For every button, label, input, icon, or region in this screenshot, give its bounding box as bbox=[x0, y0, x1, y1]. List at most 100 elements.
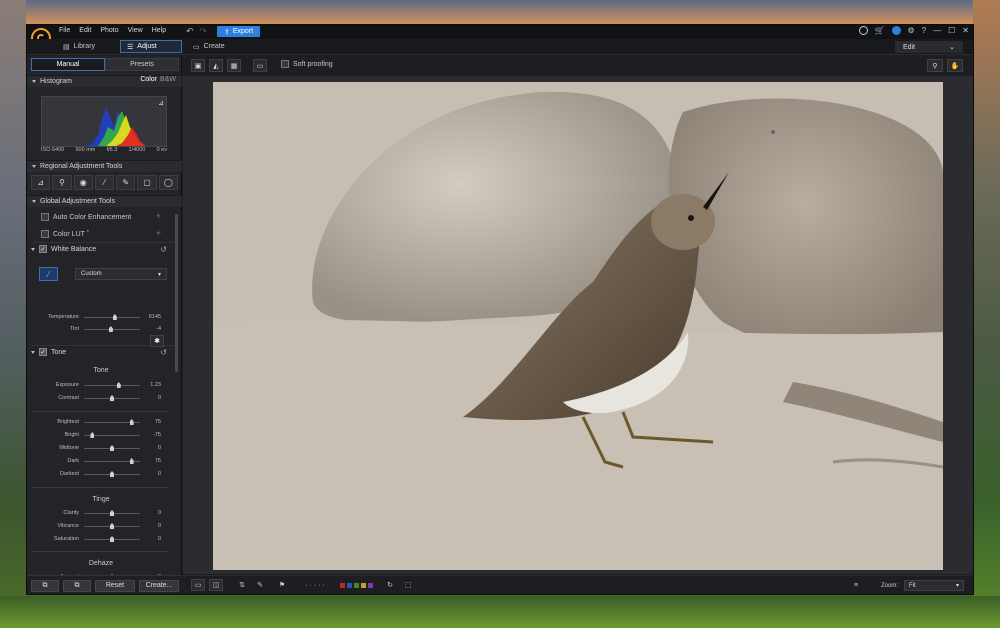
slider-track[interactable] bbox=[84, 536, 140, 542]
help-icon[interactable]: ? bbox=[922, 26, 926, 35]
color-lut-add-icon[interactable]: + bbox=[156, 228, 161, 238]
menu-help[interactable]: Help bbox=[152, 27, 166, 34]
brush-tool-icon[interactable]: ⁄ bbox=[94, 175, 115, 190]
color-label-swatch[interactable] bbox=[367, 582, 373, 588]
second-monitor-icon[interactable]: ▭ bbox=[253, 59, 267, 72]
compare-view-button[interactable]: ◭ bbox=[209, 59, 223, 72]
color-label-swatch[interactable] bbox=[353, 582, 359, 588]
slider-thumb[interactable] bbox=[129, 419, 134, 425]
menu-file[interactable]: File bbox=[59, 27, 70, 34]
white-balance-header[interactable]: ✓ White Balance ↺ bbox=[31, 242, 175, 255]
slider-track[interactable] bbox=[84, 419, 140, 425]
maximize-icon[interactable]: ☐ bbox=[948, 26, 955, 35]
histogram-color-tab[interactable]: Color bbox=[140, 76, 157, 83]
rotate-icon[interactable]: ↻ bbox=[383, 579, 397, 591]
reset-button[interactable]: Reset bbox=[95, 579, 135, 592]
panel-scrollbar[interactable] bbox=[175, 214, 178, 372]
color-label-swatch[interactable] bbox=[346, 582, 352, 588]
create-preset-button[interactable]: Create... bbox=[139, 579, 179, 592]
crop-tool-icon[interactable]: ⊿ bbox=[31, 175, 51, 190]
reset-icon[interactable]: ↺ bbox=[160, 245, 167, 254]
slider-track[interactable] bbox=[84, 510, 140, 516]
slider-thumb[interactable] bbox=[110, 536, 114, 542]
slider-thumb[interactable] bbox=[110, 395, 114, 401]
color-label-swatch[interactable] bbox=[360, 582, 366, 588]
notification-icon[interactable] bbox=[891, 26, 901, 35]
slider-thumb[interactable] bbox=[110, 523, 114, 529]
minimize-icon[interactable]: — bbox=[933, 26, 941, 35]
rating-stars[interactable]: · · · · · bbox=[295, 579, 335, 591]
compare-before-button[interactable]: ⧉ bbox=[31, 579, 59, 592]
slider-thumb[interactable] bbox=[90, 432, 95, 438]
single-view-bottom-icon[interactable]: ▭ bbox=[191, 579, 205, 591]
histogram-bw-tab[interactable]: B&W bbox=[160, 76, 176, 83]
auto-color-checkbox[interactable] bbox=[41, 213, 49, 221]
histogram-header[interactable]: Histogram Color B&W bbox=[27, 75, 182, 87]
paint-icon[interactable]: ✎ bbox=[253, 579, 267, 591]
clipping-warning-icon[interactable]: ⊿ bbox=[158, 99, 164, 107]
single-view-button[interactable]: ▣ bbox=[191, 59, 205, 72]
adjustment-brush-icon[interactable]: ✎ bbox=[116, 175, 136, 190]
tab-presets[interactable]: Presets bbox=[105, 58, 179, 71]
global-tools-header[interactable]: Global Adjustment Tools bbox=[27, 195, 182, 207]
slider-track[interactable] bbox=[84, 523, 140, 529]
slider-track[interactable] bbox=[84, 395, 140, 401]
cart-icon[interactable]: 🛒 bbox=[875, 26, 885, 35]
auto-color-add-icon[interactable]: + bbox=[156, 211, 161, 221]
slider-thumb[interactable] bbox=[129, 458, 134, 464]
slider-track[interactable] bbox=[84, 445, 140, 451]
color-lut-checkbox[interactable] bbox=[41, 230, 49, 238]
slider-thumb[interactable] bbox=[108, 326, 113, 332]
regional-tools-header[interactable]: Regional Adjustment Tools bbox=[27, 160, 182, 172]
gradient-tool-icon[interactable]: ▢ bbox=[137, 175, 157, 190]
undo-icon[interactable]: ↶ bbox=[186, 26, 194, 37]
slider-track[interactable] bbox=[84, 314, 140, 320]
menu-edit[interactable]: Edit bbox=[79, 27, 91, 34]
copy-settings-button[interactable]: ⧉ bbox=[63, 579, 91, 592]
white-balance-checkbox[interactable]: ✓ bbox=[39, 245, 47, 253]
slider-thumb[interactable] bbox=[110, 445, 114, 451]
compare-bottom-icon[interactable]: ◫ bbox=[209, 579, 223, 591]
soft-proofing-checkbox[interactable] bbox=[281, 60, 289, 68]
slider-track[interactable] bbox=[84, 382, 140, 388]
panel-toggle-icon[interactable]: ≡ bbox=[847, 579, 865, 591]
zoom-dropdown[interactable]: Fit ▾ bbox=[904, 580, 965, 591]
tab-manual[interactable]: Manual bbox=[31, 58, 105, 71]
slider-track[interactable] bbox=[84, 432, 140, 438]
slider-track[interactable] bbox=[84, 471, 140, 477]
adjust-mode-button[interactable]: ☰ Adjust bbox=[120, 40, 182, 53]
slider-thumb[interactable] bbox=[116, 382, 121, 388]
red-eye-icon[interactable]: ◉ bbox=[73, 175, 93, 190]
tone-checkbox[interactable]: ✓ bbox=[39, 348, 47, 356]
account-icon[interactable] bbox=[858, 26, 868, 35]
hand-tool-icon[interactable]: ✋ bbox=[947, 59, 963, 72]
grid-view-icon[interactable]: ▦ bbox=[227, 59, 241, 72]
flag-icon[interactable]: ⚑ bbox=[275, 579, 289, 591]
radial-filter-icon[interactable]: ◯ bbox=[158, 175, 178, 190]
redo-icon[interactable]: ↷ bbox=[200, 26, 208, 37]
white-balance-preset-dropdown[interactable]: Custom ▾ bbox=[75, 268, 167, 280]
slider-track[interactable] bbox=[84, 458, 140, 464]
edit-dropdown[interactable]: Edit ⌄ bbox=[895, 41, 963, 53]
zoom-tool-icon[interactable]: ⚲ bbox=[927, 59, 943, 72]
eyedropper-icon[interactable]: ⁄ bbox=[39, 267, 58, 281]
crop-bottom-icon[interactable]: ⬚ bbox=[401, 579, 415, 591]
library-mode-button[interactable]: ▤ Library bbox=[57, 40, 101, 53]
slider-thumb[interactable] bbox=[110, 471, 114, 477]
menu-view[interactable]: View bbox=[128, 27, 143, 34]
color-label-swatch[interactable] bbox=[339, 582, 345, 588]
slider-track[interactable] bbox=[84, 326, 140, 332]
menu-photo[interactable]: Photo bbox=[100, 27, 118, 34]
close-icon[interactable]: ✕ bbox=[962, 26, 969, 35]
sort-icon[interactable]: ⇅ bbox=[235, 579, 249, 591]
spot-removal-icon[interactable]: ⚲ bbox=[52, 175, 72, 190]
pin-icon[interactable]: ✱ bbox=[150, 335, 164, 347]
gear-icon[interactable]: ⚙ bbox=[908, 26, 915, 35]
create-mode-button[interactable]: ▭ Create bbox=[187, 40, 231, 53]
slider-thumb[interactable] bbox=[110, 510, 114, 516]
slider-thumb[interactable] bbox=[112, 314, 117, 320]
photo-preview[interactable] bbox=[213, 82, 943, 570]
reset-icon[interactable]: ↺ bbox=[160, 348, 167, 357]
export-button[interactable]: ⇪ Export bbox=[217, 26, 260, 37]
photo-canvas[interactable] bbox=[183, 76, 973, 574]
